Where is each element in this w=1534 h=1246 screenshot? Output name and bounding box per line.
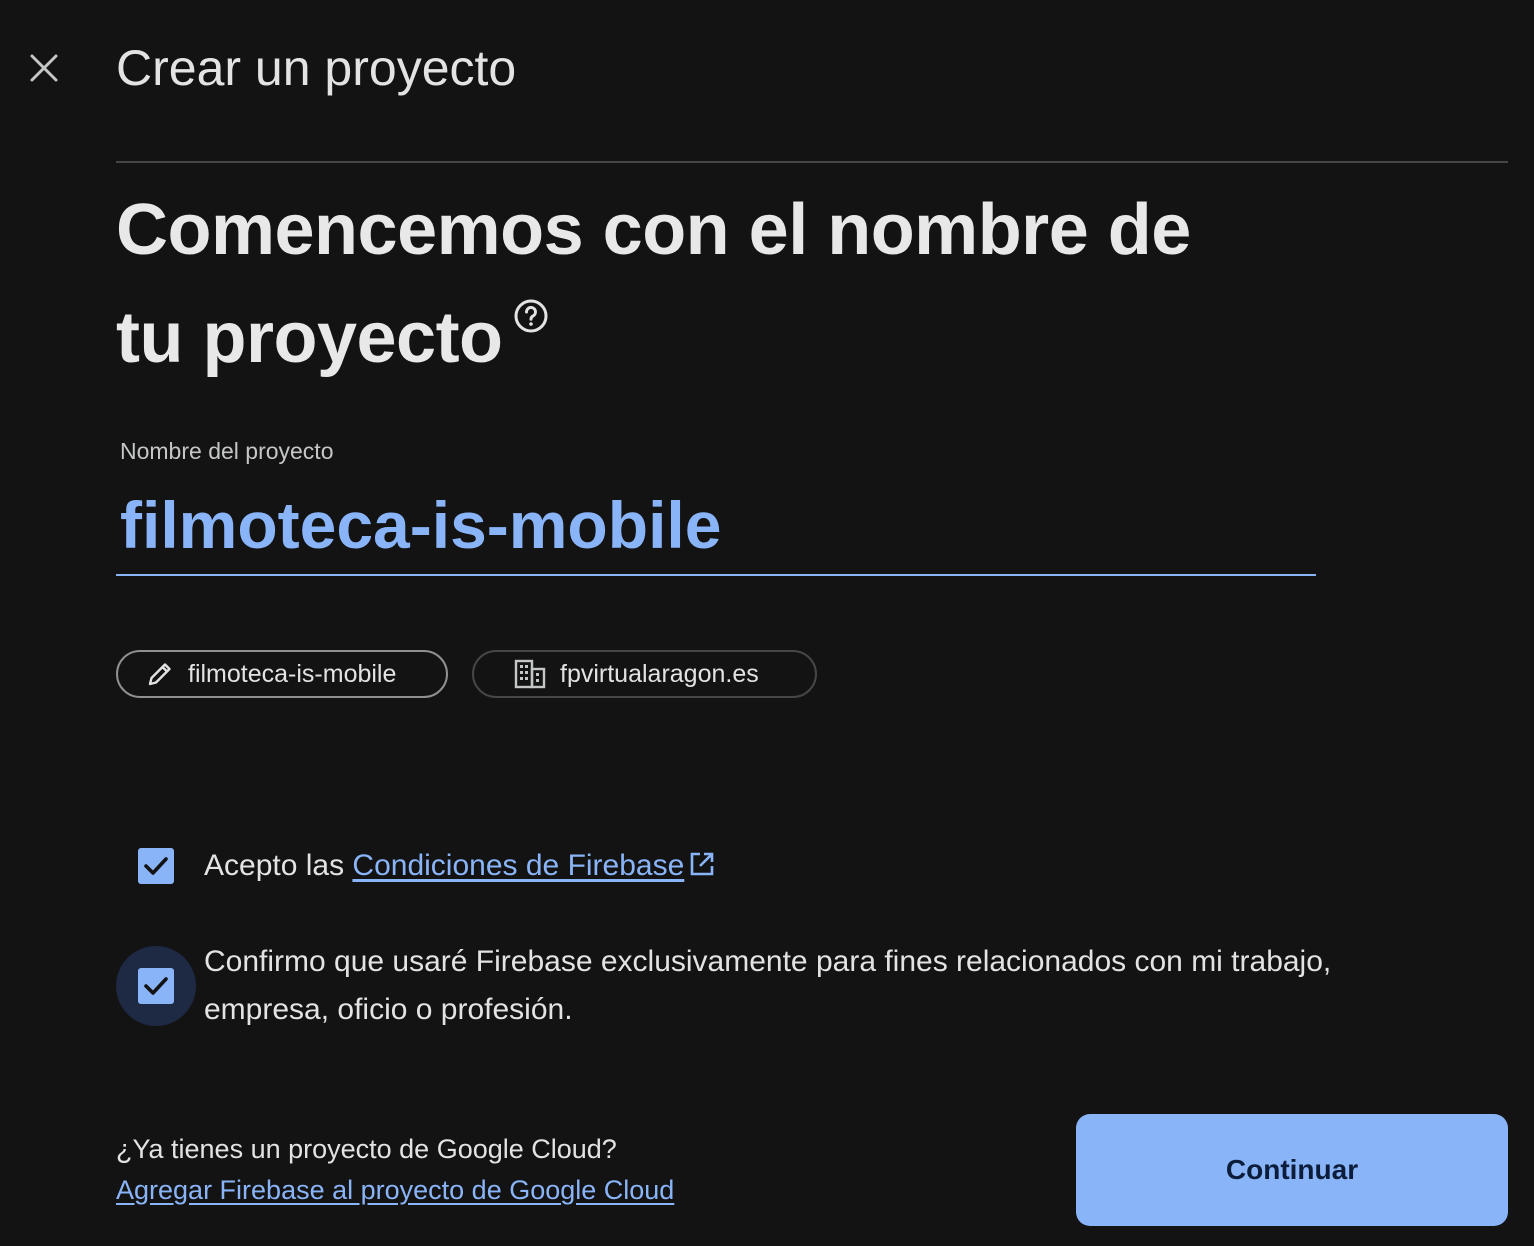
project-id-label: filmoteca-is-mobile [188,659,397,688]
close-icon [30,54,58,82]
pencil-icon [148,663,171,686]
step-heading: Comencemos con el nombre de tu proyecto [116,176,1216,392]
external-link-icon[interactable] [688,850,716,878]
create-project-dialog: Crear un proyecto Comencemos con el nomb… [0,0,1534,1246]
checkmark-icon [144,857,168,875]
organization-label: fpvirtualaragon.es [560,659,759,688]
step-heading-text: Comencemos con el nombre de tu proyecto [116,190,1191,378]
usage-consent-text: Confirmo que usaré Firebase exclusivamen… [204,945,1332,1026]
divider [116,161,1508,163]
checkmark-icon [144,977,168,995]
usage-checkbox[interactable] [116,946,196,1026]
usage-checkbox-box [138,968,174,1004]
existing-project-question: ¿Ya tienes un proyecto de Google Cloud? [116,1134,617,1164]
organization-chip[interactable]: fpvirtualaragon.es [472,650,817,698]
help-circle-icon[interactable] [513,298,549,334]
terms-checkbox[interactable] [116,826,196,906]
building-icon [514,659,546,689]
terms-consent-row: Acepto las Condiciones de Firebase [116,826,716,906]
project-name-input[interactable] [116,476,1316,576]
close-button[interactable] [24,48,64,88]
continue-button[interactable]: Continuar [1076,1114,1508,1226]
usage-consent-row: Confirmo que usaré Firebase exclusivamen… [116,945,1414,1034]
terms-checkbox-box [138,848,174,884]
dialog-title: Crear un proyecto [116,40,517,96]
project-name-label: Nombre del proyecto [120,438,334,464]
add-firebase-to-cloud-project-link[interactable]: Agregar Firebase al proyecto de Google C… [116,1171,674,1209]
project-id-chip[interactable]: filmoteca-is-mobile [116,650,448,698]
firebase-terms-link[interactable]: Condiciones de Firebase [352,849,684,882]
terms-consent-text: Acepto las Condiciones de Firebase [204,842,716,890]
terms-prefix: Acepto las [204,849,353,882]
